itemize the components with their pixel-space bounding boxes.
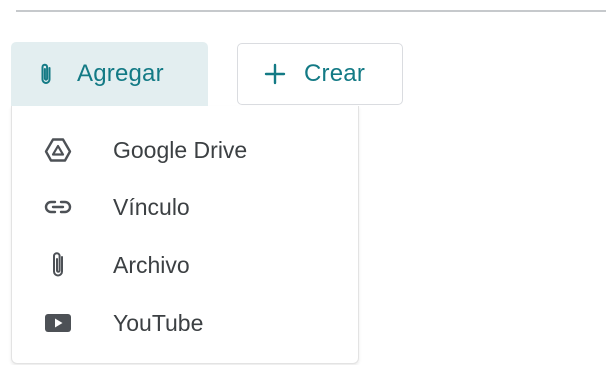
menu-item-label: Google Drive: [113, 136, 248, 163]
create-button-label: Crear: [304, 60, 366, 87]
menu-item-file[interactable]: Archivo: [12, 239, 358, 291]
add-button-label: Agregar: [77, 60, 164, 87]
create-button[interactable]: Crear: [237, 43, 403, 105]
add-button[interactable]: Agregar: [11, 42, 208, 106]
youtube-icon: [40, 308, 76, 338]
google-drive-icon: [40, 135, 76, 165]
paperclip-icon: [39, 62, 53, 86]
menu-item-google-drive[interactable]: Google Drive: [12, 124, 358, 176]
add-menu: Google Drive Vínculo Archivo YouTube: [11, 106, 359, 364]
plus-icon: [264, 63, 286, 85]
page: Agregar Crear Google Drive Vínculo Archi…: [0, 0, 606, 365]
link-icon: [40, 192, 76, 222]
top-divider: [16, 10, 606, 12]
menu-item-link[interactable]: Vínculo: [12, 181, 358, 233]
menu-item-label: Vínculo: [113, 193, 190, 220]
menu-item-youtube[interactable]: YouTube: [12, 297, 358, 349]
menu-item-label: Archivo: [113, 251, 190, 278]
menu-item-label: YouTube: [113, 309, 204, 336]
paperclip-icon: [40, 250, 76, 280]
